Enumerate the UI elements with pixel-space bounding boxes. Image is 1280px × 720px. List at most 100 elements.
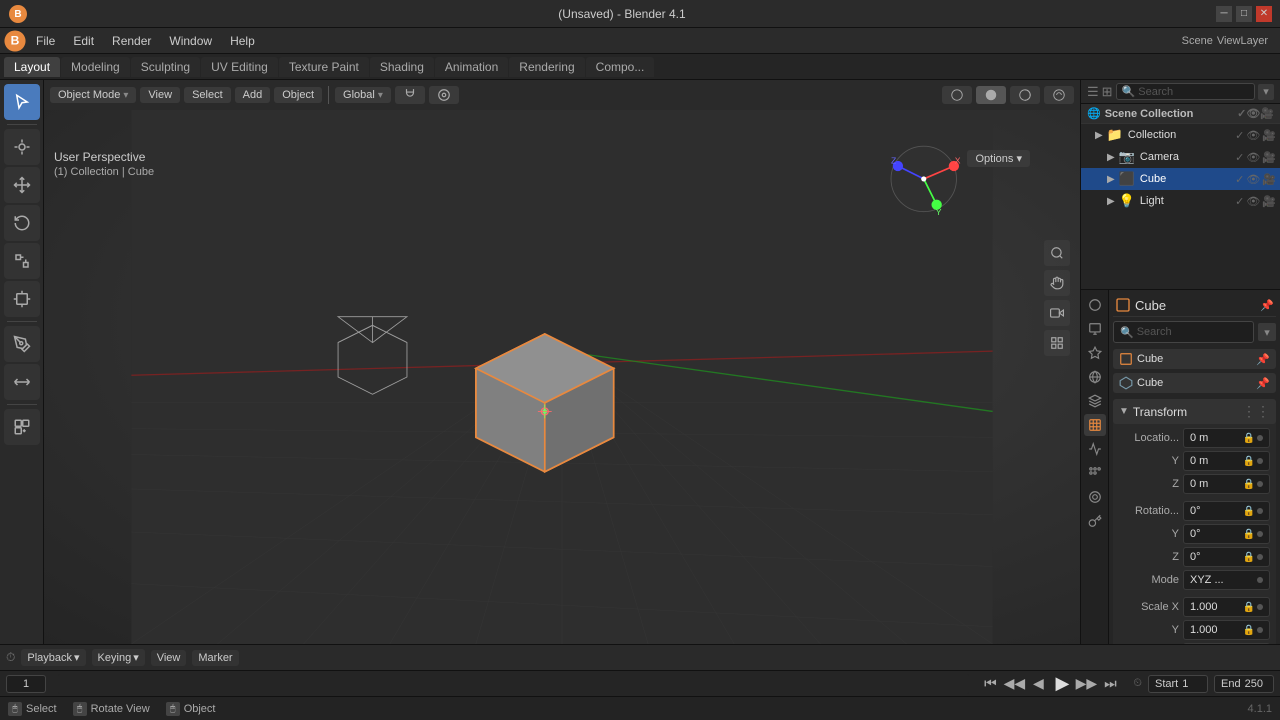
outliner-item-collection[interactable]: ▶ 📁 Collection ✓ 👁 🎥 <box>1081 124 1280 146</box>
outliner-search-container[interactable]: 🔍 Search <box>1116 83 1255 100</box>
maximize-button[interactable]: □ <box>1236 6 1252 22</box>
camera-expand-arrow[interactable]: ▶ <box>1107 152 1115 163</box>
col-eye-icon[interactable]: 👁 <box>1246 129 1260 142</box>
location-x-lock[interactable]: 🔒 <box>1243 433 1255 444</box>
outliner-item-camera[interactable]: ▶ 📷 Camera ✓ 👁 🎥 <box>1081 146 1280 168</box>
light-eye-icon[interactable]: 👁 <box>1246 195 1260 208</box>
play-button[interactable]: ▶ <box>1053 675 1071 693</box>
cube-eye-icon[interactable]: 👁 <box>1246 173 1260 186</box>
scene-selector[interactable]: Scene <box>1182 35 1213 47</box>
location-y-field[interactable]: 0 m 🔒 <box>1183 451 1270 471</box>
rotation-y-dot[interactable] <box>1257 531 1263 537</box>
viewport-canvas[interactable]: X Y Z User Perspective (1) Collection | … <box>44 110 1080 644</box>
cube-render-icon[interactable]: 🎥 <box>1262 173 1276 186</box>
location-z-dot[interactable] <box>1257 481 1263 487</box>
tool-transform[interactable] <box>4 281 40 317</box>
menu-render[interactable]: Render <box>104 32 159 50</box>
prop-cube-data-selector[interactable]: Cube 📌 <box>1113 373 1276 393</box>
tab-uv-editing[interactable]: UV Editing <box>201 57 278 77</box>
playback-menu[interactable]: Playback ▾ <box>21 649 85 666</box>
prop-pin-icon[interactable]: 📌 <box>1260 299 1274 312</box>
timeline-view-menu[interactable]: View <box>151 650 187 666</box>
prop-icon-scene[interactable] <box>1084 342 1106 364</box>
rotation-z-dot[interactable] <box>1257 554 1263 560</box>
tool-cursor[interactable] <box>4 129 40 165</box>
prop-icon-world[interactable] <box>1084 366 1106 388</box>
minimize-button[interactable]: ─ <box>1216 6 1232 22</box>
tool-add[interactable] <box>4 409 40 445</box>
location-y-dot[interactable] <box>1257 458 1263 464</box>
cube-expand-arrow[interactable]: ▶ <box>1107 174 1115 185</box>
tab-compositing[interactable]: Compo... <box>586 57 655 77</box>
viewport-grid-button[interactable] <box>1044 330 1070 356</box>
scale-y-lock[interactable]: 🔒 <box>1243 625 1255 636</box>
prop-filter-dropdown[interactable]: ▾ <box>1258 323 1276 341</box>
viewport-search-button[interactable] <box>1044 240 1070 266</box>
location-x-dot[interactable] <box>1257 435 1263 441</box>
viewlayer-selector[interactable]: ViewLayer <box>1217 35 1268 47</box>
tool-scale[interactable] <box>4 243 40 279</box>
rotation-z-lock[interactable]: 🔒 <box>1243 552 1255 563</box>
scale-y-field[interactable]: 1.000 🔒 <box>1183 620 1270 640</box>
prop-icon-particles[interactable] <box>1084 462 1106 484</box>
timeline-marker-menu[interactable]: Marker <box>192 650 238 666</box>
prop-icon-physics[interactable] <box>1084 486 1106 508</box>
col-render-icon[interactable]: 🎥 <box>1262 129 1276 142</box>
transform-section-header[interactable]: ▼ Transform ⋮⋮ <box>1113 399 1276 424</box>
prop-icon-viewlayer[interactable] <box>1084 390 1106 412</box>
end-field[interactable]: End 250 <box>1214 675 1274 693</box>
scale-x-field[interactable]: 1.000 🔒 <box>1183 597 1270 617</box>
menu-edit[interactable]: Edit <box>65 32 102 50</box>
tab-animation[interactable]: Animation <box>435 57 508 77</box>
proportional-edit[interactable] <box>429 86 459 104</box>
scale-x-lock[interactable]: 🔒 <box>1243 602 1255 613</box>
prop-icon-object[interactable] <box>1084 414 1106 436</box>
rotation-x-dot[interactable] <box>1257 508 1263 514</box>
prop-icon-render[interactable] <box>1084 294 1106 316</box>
tab-modeling[interactable]: Modeling <box>61 57 130 77</box>
rotation-mode-field[interactable]: XYZ ... <box>1183 570 1270 590</box>
outliner-item-light[interactable]: ▶ 💡 Light ✓ 👁 🎥 <box>1081 190 1280 212</box>
scale-x-dot[interactable] <box>1257 604 1263 610</box>
viewport-select-menu[interactable]: Select <box>184 87 231 103</box>
viewport-object-menu[interactable]: Object <box>274 87 322 103</box>
tab-sculpting[interactable]: Sculpting <box>131 57 200 77</box>
location-z-field[interactable]: 0 m 🔒 <box>1183 474 1270 494</box>
step-forward-button[interactable]: ▶▶ <box>1077 675 1095 693</box>
transform-global[interactable]: Global ▾ <box>335 87 391 103</box>
snap-magnet[interactable] <box>395 86 425 104</box>
rotation-y-lock[interactable]: 🔒 <box>1243 529 1255 540</box>
tool-select[interactable] <box>4 84 40 120</box>
rotation-z-field[interactable]: 0° 🔒 <box>1183 547 1270 567</box>
step-back-button[interactable]: ◀ <box>1029 675 1047 693</box>
viewport-options-button[interactable]: Options ▾ <box>967 150 1030 167</box>
jump-back-button[interactable]: ◀◀ <box>1005 675 1023 693</box>
outliner-item-cube[interactable]: ▶ ⬛ Cube ✓ 👁 🎥 <box>1081 168 1280 190</box>
viewport-view-menu[interactable]: View <box>140 87 180 103</box>
transform-dots[interactable]: ⋮⋮ <box>1242 403 1270 420</box>
start-field[interactable]: Start 1 <box>1148 675 1208 693</box>
jump-to-start-button[interactable]: ⏮ <box>981 675 999 693</box>
location-z-lock[interactable]: 🔒 <box>1243 479 1255 490</box>
col-check-icon[interactable]: ✓ <box>1235 129 1244 142</box>
mode-selector[interactable]: Object Mode ▾ <box>50 87 136 103</box>
tool-move[interactable] <box>4 167 40 203</box>
viewport-camera-button[interactable] <box>1044 300 1070 326</box>
collection-expand-arrow[interactable]: ▶ <box>1095 130 1103 141</box>
tab-rendering[interactable]: Rendering <box>509 57 584 77</box>
menu-window[interactable]: Window <box>161 32 220 50</box>
cam-render-icon[interactable]: 🎥 <box>1262 151 1276 164</box>
current-frame-display[interactable]: 1 <box>6 675 46 693</box>
prop-cube-selector[interactable]: Cube 📌 <box>1113 349 1276 369</box>
viewport-add-menu[interactable]: Add <box>235 87 271 103</box>
outliner-dropdown[interactable]: ▾ <box>1258 84 1274 100</box>
scene-col-eye[interactable]: 👁 <box>1246 107 1260 120</box>
location-y-lock[interactable]: 🔒 <box>1243 456 1255 467</box>
shading-wireframe[interactable] <box>942 86 972 104</box>
tool-measure[interactable] <box>4 364 40 400</box>
shading-material[interactable] <box>1010 86 1040 104</box>
scale-y-dot[interactable] <box>1257 627 1263 633</box>
cam-check-icon[interactable]: ✓ <box>1235 151 1244 164</box>
cube-check-icon[interactable]: ✓ <box>1235 173 1244 186</box>
tab-layout[interactable]: Layout <box>4 57 60 77</box>
